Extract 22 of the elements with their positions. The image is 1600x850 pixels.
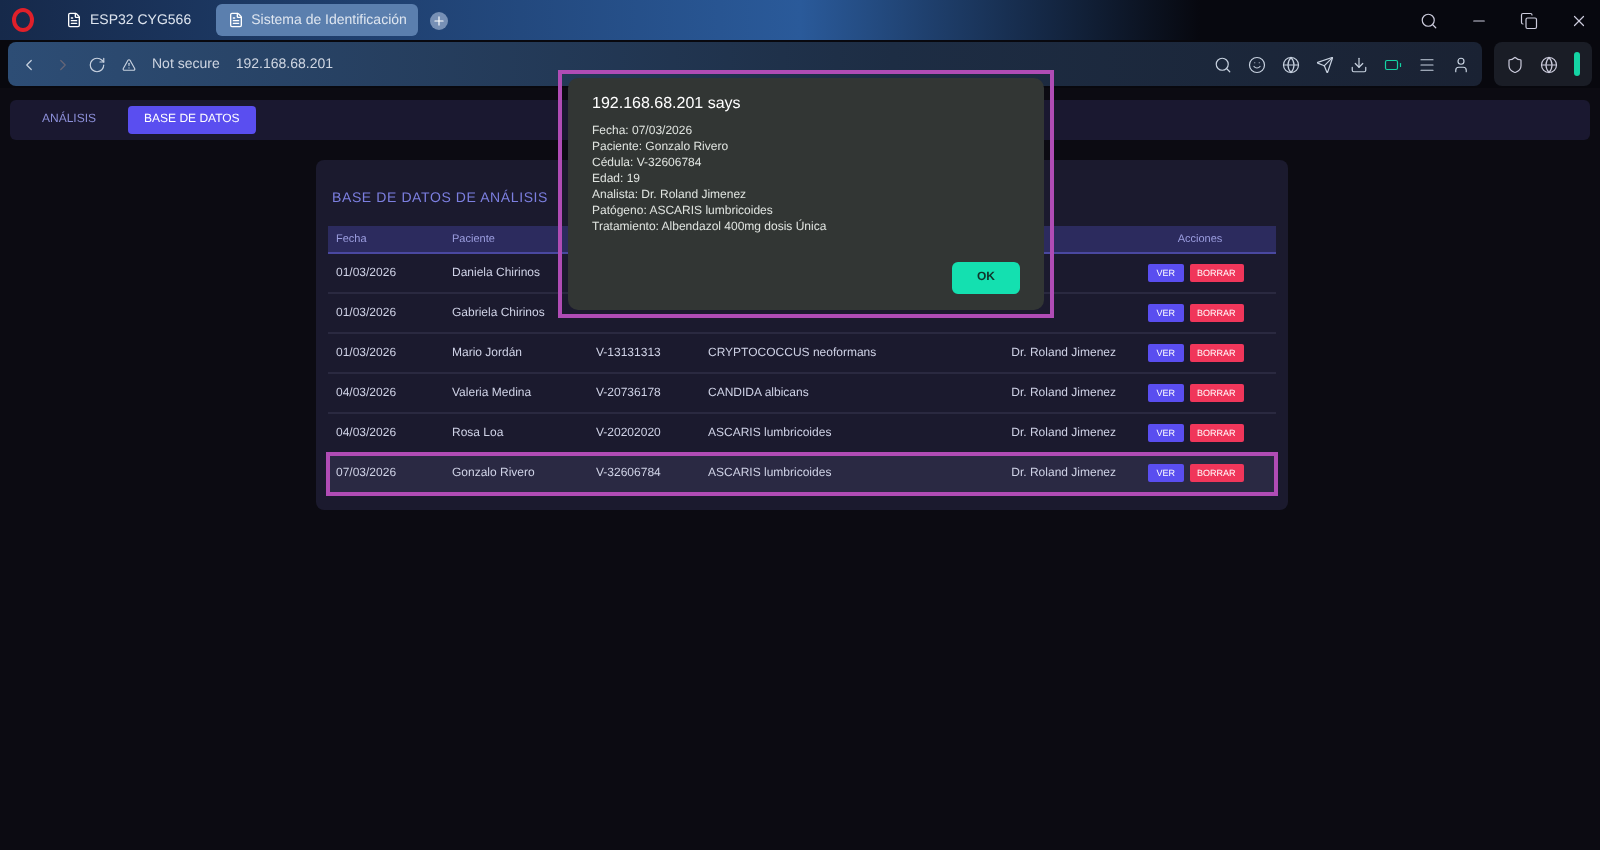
menu-icon[interactable] [1418, 55, 1436, 73]
page-icon [227, 12, 244, 28]
page-icon [66, 12, 82, 28]
sidebar-indicator [1574, 52, 1580, 76]
reload-icon[interactable] [88, 55, 106, 73]
new-tab-button[interactable] [430, 11, 449, 29]
close-icon[interactable] [1570, 11, 1588, 29]
battery-icon[interactable] [1384, 55, 1402, 73]
profile-icon[interactable] [1452, 55, 1470, 73]
send-icon[interactable] [1316, 55, 1334, 73]
back-icon[interactable] [20, 55, 38, 73]
extension-icon[interactable] [1540, 55, 1558, 73]
search-icon[interactable] [1214, 55, 1232, 73]
download-icon[interactable] [1350, 55, 1368, 73]
shield-icon[interactable] [1506, 55, 1524, 73]
search-icon[interactable] [1420, 11, 1438, 29]
browser-logo-icon[interactable] [12, 8, 34, 32]
restore-icon[interactable] [1520, 11, 1538, 29]
globe-icon[interactable] [1282, 55, 1300, 73]
dialog-title: 192.168.68.201 says [592, 94, 743, 112]
warning-icon [122, 57, 136, 71]
smiley-icon[interactable] [1248, 55, 1266, 73]
